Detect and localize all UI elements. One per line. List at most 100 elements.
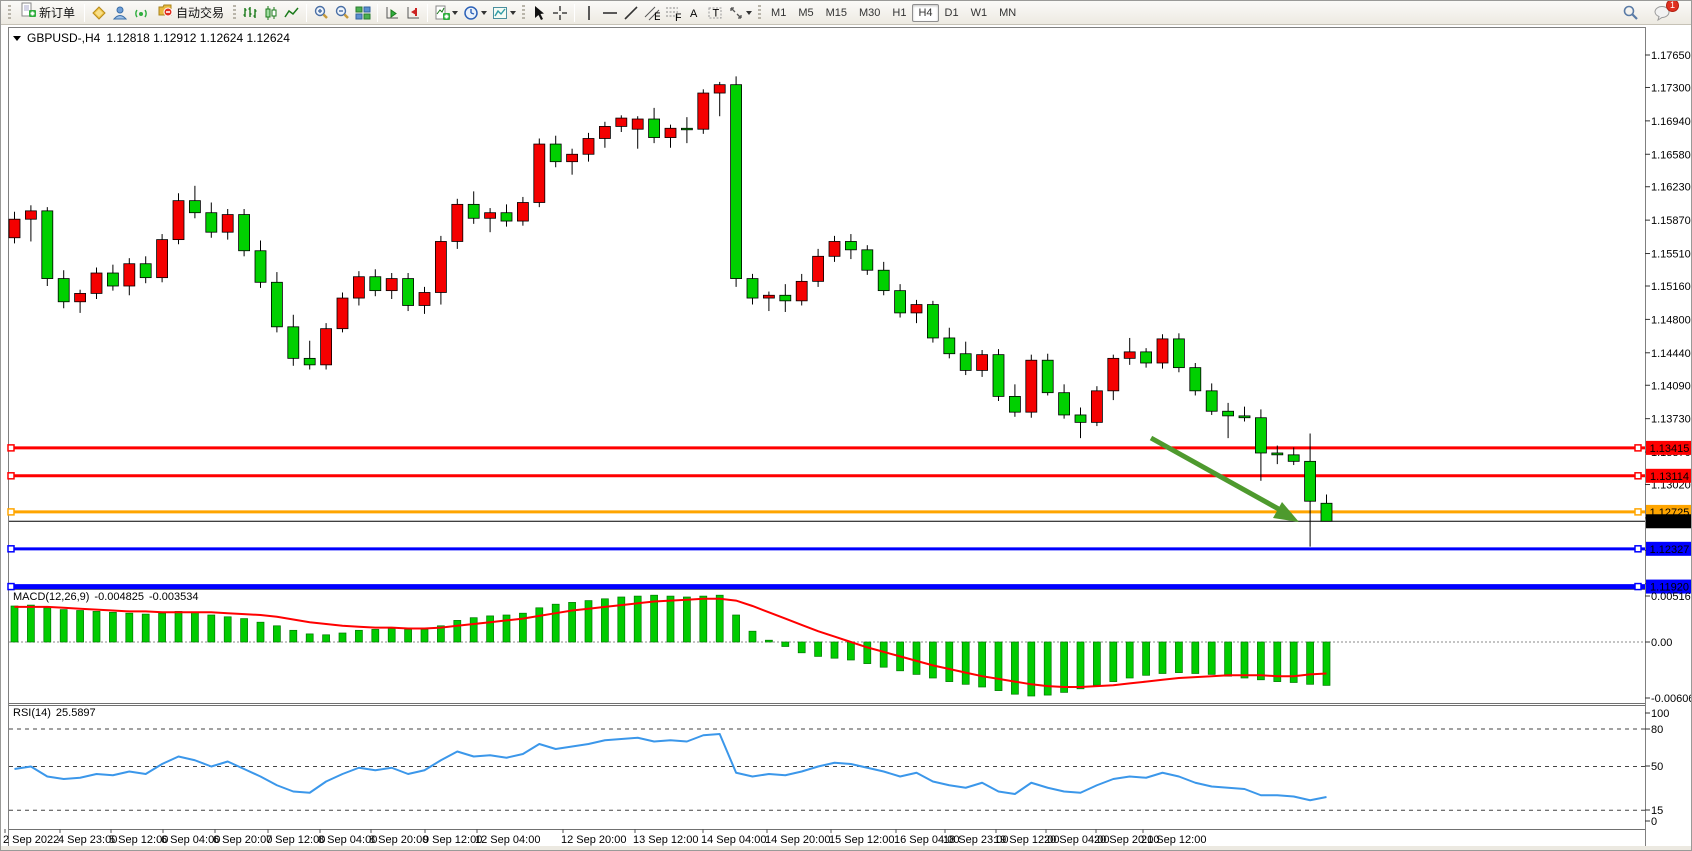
candle-body <box>1009 396 1020 412</box>
macd-main-value: -0.004825 <box>94 591 144 603</box>
macd-histogram-bar <box>946 642 953 682</box>
candle-body <box>288 327 299 359</box>
price-axis: 1.176501.173001.169401.165801.162301.158… <box>1645 50 1692 594</box>
price-badge-label: 1.13415 <box>1650 443 1690 455</box>
macd-histogram-bar <box>929 642 936 678</box>
candle-body <box>419 292 430 305</box>
macd-histogram-bar <box>257 622 264 642</box>
hline-handle[interactable] <box>8 445 14 451</box>
macd-histogram-bar <box>1225 642 1232 676</box>
macd-histogram-bar <box>1143 642 1150 675</box>
candle-body <box>468 204 479 218</box>
candle-body <box>1190 368 1201 391</box>
candle-body <box>222 215 233 233</box>
chart-symbol-period: GBPUSD-,H4 <box>27 31 100 45</box>
candle-body <box>829 241 840 256</box>
candle-body <box>1288 455 1299 461</box>
macd-histogram-bar <box>1323 642 1330 685</box>
time-label: 8 Sep 20:00 <box>369 834 428 846</box>
macd-histogram-bar <box>1208 642 1215 674</box>
macd-histogram-bar <box>421 629 428 642</box>
candle-body <box>1272 453 1283 455</box>
macd-histogram-bar <box>60 610 67 642</box>
candle-body <box>681 128 692 130</box>
candle-body <box>403 279 414 306</box>
macd-histogram-bar <box>405 629 412 642</box>
macd-histogram-bar <box>93 611 100 642</box>
chart-frame <box>9 28 1646 848</box>
hline-handle[interactable] <box>8 473 14 479</box>
candle-body <box>944 338 955 354</box>
macd-histogram-bar <box>880 642 887 667</box>
price-tick-label: 1.14800 <box>1651 314 1691 326</box>
price-tick-label: 1.16230 <box>1651 182 1691 194</box>
macd-histogram-bar <box>552 604 559 642</box>
hline-handle[interactable] <box>1635 546 1641 552</box>
time-label: 7 Sep 12:00 <box>266 834 325 846</box>
macd-indicator-label: MACD(12,26,9)-0.004825-0.003534 <box>13 591 204 603</box>
candle-body <box>173 201 184 240</box>
candle-body <box>763 295 774 298</box>
candle-body <box>911 305 922 313</box>
macd-histogram-bar <box>306 634 313 642</box>
price-badge-label: 1.12624 <box>1650 516 1690 528</box>
candle-body <box>1091 391 1102 423</box>
macd-histogram-bar <box>1110 642 1117 682</box>
hline-handle[interactable] <box>1635 473 1641 479</box>
candle-body <box>649 119 660 138</box>
macd-histogram-bar <box>44 608 51 642</box>
macd-histogram-bar <box>1093 642 1100 685</box>
rsi-name: RSI(14) <box>13 707 51 719</box>
candle-body <box>993 355 1004 397</box>
symbol-dropdown-icon[interactable] <box>13 36 21 41</box>
candle-body <box>1305 461 1316 501</box>
macd-histogram-bar <box>733 615 740 642</box>
hline-handle[interactable] <box>1635 445 1641 451</box>
candle-body <box>321 329 332 365</box>
candle-body <box>583 138 594 154</box>
macd-histogram-bar <box>815 642 822 656</box>
chart-border <box>9 28 1646 848</box>
price-tick-label: 1.14440 <box>1651 348 1691 360</box>
candle-body <box>124 264 135 286</box>
chart-canvas[interactable]: 1.176501.173001.169401.165801.162301.158… <box>1 1 1692 851</box>
macd-histogram-bar <box>913 642 920 674</box>
candle-body <box>239 215 250 251</box>
macd-histogram-bar <box>585 601 592 642</box>
time-axis: 2 Sep 20224 Sep 23:005 Sep 12:006 Sep 04… <box>3 829 1206 846</box>
macd-histogram-bar <box>847 642 854 660</box>
candle-body <box>1173 339 1184 368</box>
time-label: 6 Sep 04:00 <box>161 834 220 846</box>
macd-histogram-bar <box>1241 642 1248 678</box>
price-tick-label: 1.15510 <box>1651 249 1691 261</box>
chart-ohlc-values: 1.12818 1.12912 1.12624 1.12624 <box>106 31 290 45</box>
candle-body <box>1042 360 1053 392</box>
hline-handle[interactable] <box>8 546 14 552</box>
rsi-pane: 1008050150 <box>9 708 1669 828</box>
macd-histogram-bar <box>290 630 297 642</box>
candle-body <box>665 128 676 137</box>
hline-handle[interactable] <box>8 584 14 590</box>
candle-body <box>485 213 496 219</box>
macd-histogram-bar <box>224 617 231 642</box>
time-label: 6 Sep 20:00 <box>213 834 272 846</box>
candle-body <box>353 277 364 298</box>
macd-histogram-bar <box>1307 642 1314 684</box>
rsi-axis-label: 0 <box>1651 816 1657 828</box>
candle-body <box>698 93 709 129</box>
hline-handle[interactable] <box>1635 509 1641 515</box>
macd-histogram-bar <box>1159 642 1166 674</box>
price-tick-label: 1.15870 <box>1651 215 1691 227</box>
macd-histogram-bar <box>503 615 510 642</box>
macd-histogram-bar <box>241 619 248 642</box>
candle-body <box>796 281 807 300</box>
time-label: 2 Sep 2022 <box>3 834 59 846</box>
hline-handle[interactable] <box>1635 584 1641 590</box>
candle-body <box>960 354 971 371</box>
candle-body <box>878 270 889 290</box>
macd-histogram-bar <box>601 599 608 642</box>
macd-histogram-bar <box>995 642 1002 691</box>
macd-histogram-bar <box>962 642 969 684</box>
macd-histogram-bar <box>191 612 198 642</box>
hline-handle[interactable] <box>8 509 14 515</box>
